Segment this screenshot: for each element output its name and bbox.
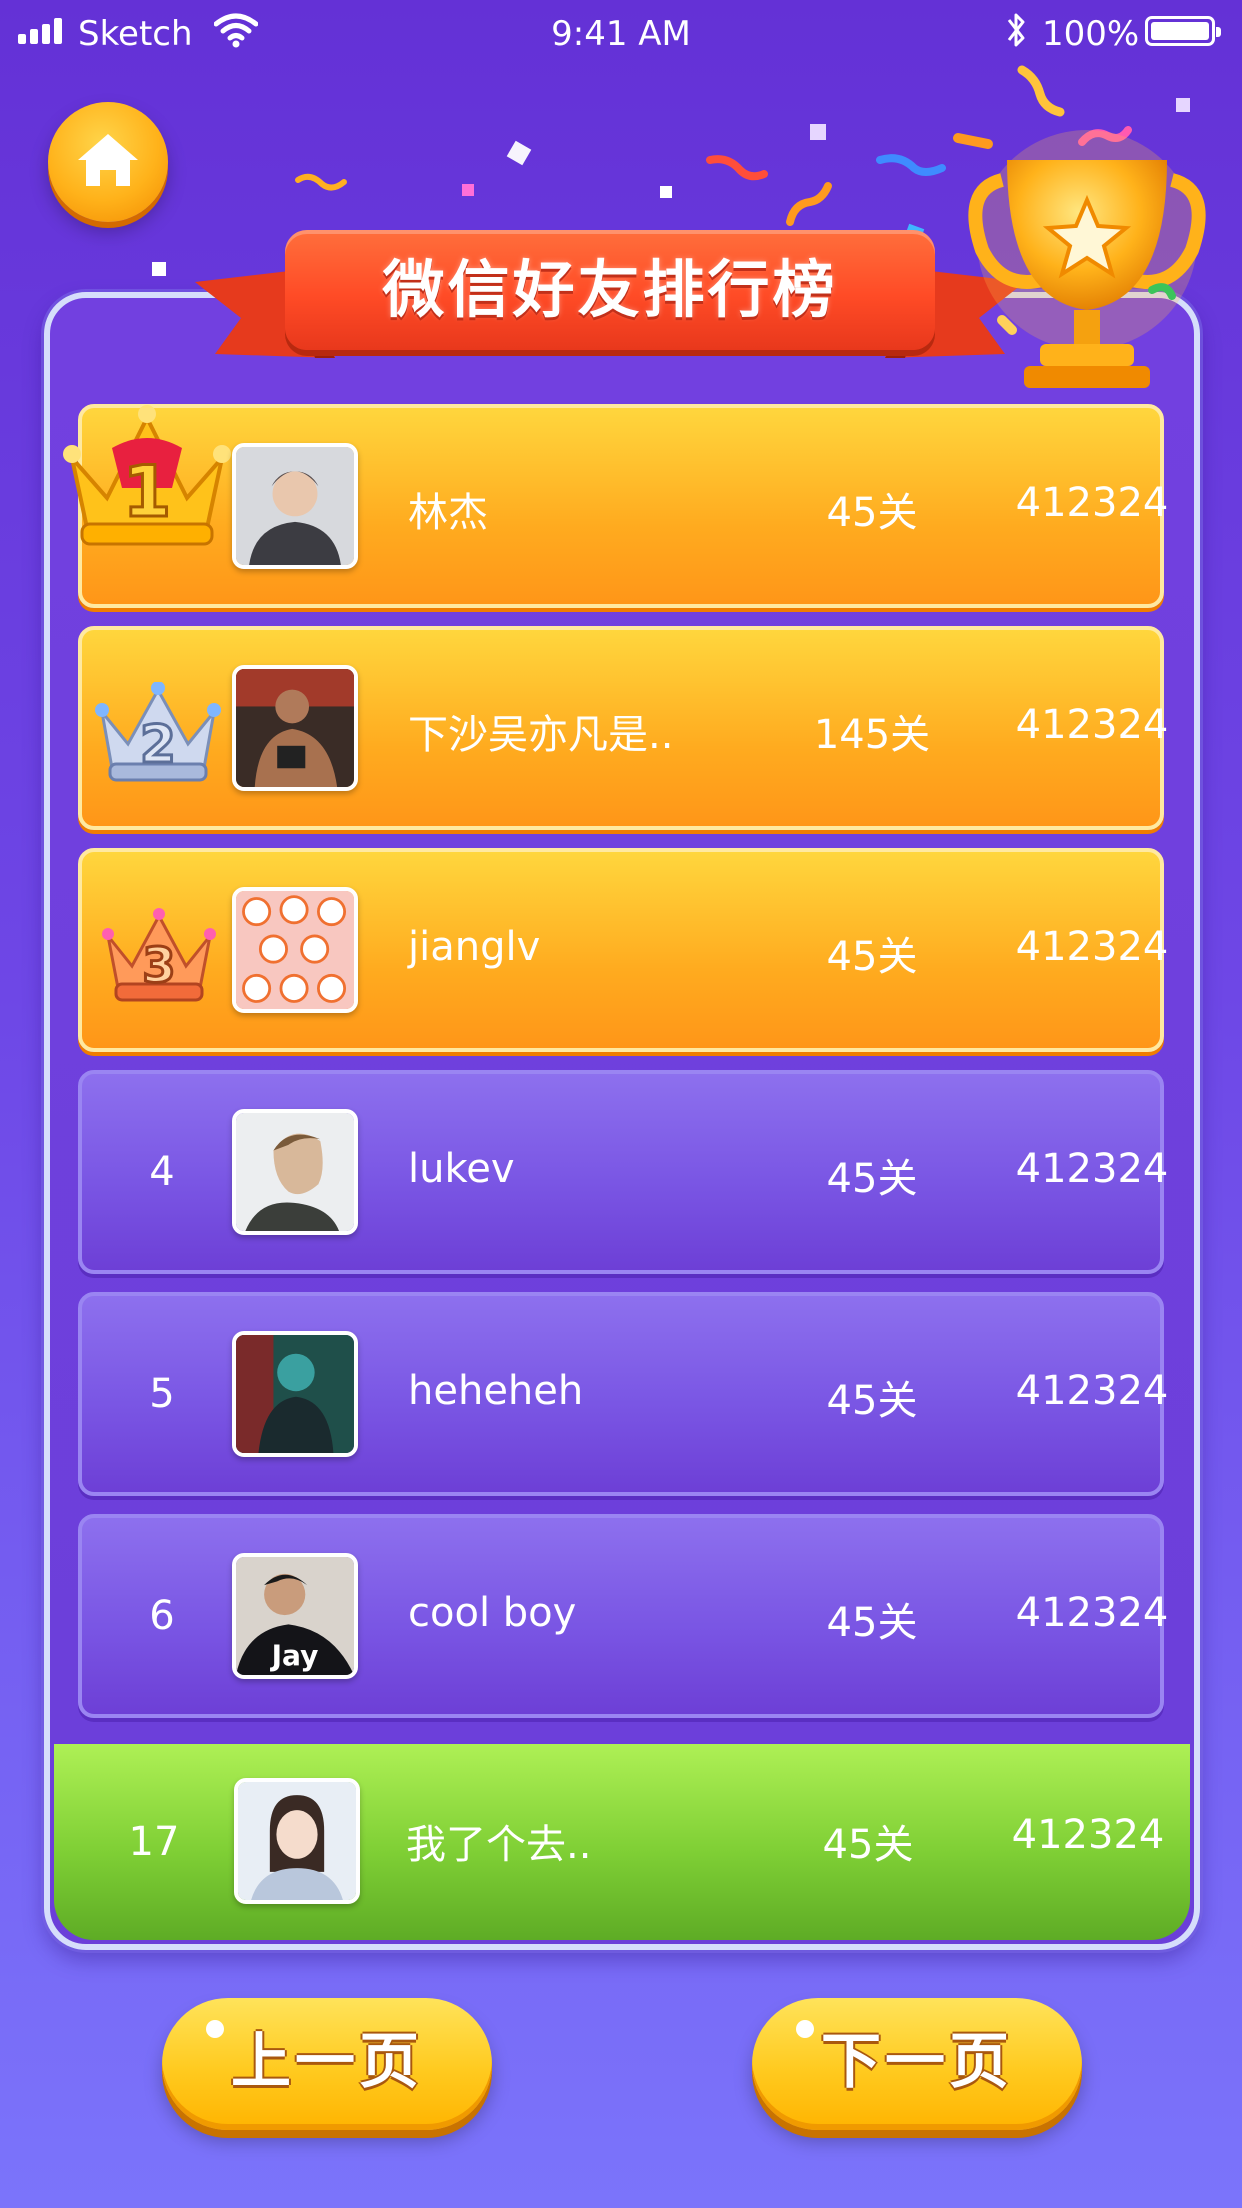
svg-text:3: 3	[142, 938, 175, 994]
rank-number: 17	[128, 1819, 180, 1865]
leaderboard-row-6[interactable]: 6 Jay cool boy 45关 412324	[78, 1514, 1168, 1718]
bronze-crown-icon: 3	[102, 908, 216, 1002]
player-name: 我了个去..	[406, 1822, 592, 1868]
player-name: lukev	[408, 1146, 515, 1192]
avatar	[232, 443, 358, 569]
next-page-label: 下一页	[821, 2027, 1013, 2097]
player-name: cool boy	[408, 1590, 577, 1636]
silver-crown-icon: 2	[95, 682, 221, 782]
avatar	[232, 1331, 358, 1457]
player-score: 412324	[1015, 480, 1169, 526]
leaderboard-row-1[interactable]: 1 林杰 45关 412324	[63, 404, 1168, 608]
rank-number: 5	[149, 1371, 175, 1417]
leaderboard-row-5[interactable]: 5 heheheh 45关 412324	[78, 1292, 1168, 1496]
player-score: 412324	[1015, 702, 1169, 748]
page-title: 微信好友排行榜	[382, 253, 838, 326]
home-button[interactable]	[48, 102, 168, 222]
status-bar: Sketch 9:41 AM 100%	[0, 0, 1242, 64]
my-rank-row[interactable]: 17 我了个去.. 45关 412324	[54, 1744, 1190, 1940]
avatar	[234, 1778, 360, 1904]
player-score: 412324	[1015, 1590, 1169, 1636]
player-score: 412324	[1015, 1368, 1169, 1414]
player-score: 412324	[1011, 1812, 1165, 1858]
svg-text:2: 2	[140, 715, 176, 775]
player-name: jianglv	[408, 924, 541, 970]
avatar	[232, 665, 358, 791]
avatar	[232, 1109, 358, 1235]
gold-crown-icon: 1	[63, 405, 231, 546]
rank-number: 6	[149, 1593, 175, 1639]
avatar: Jay	[232, 1553, 358, 1679]
next-page-button[interactable]: 下一页	[752, 1998, 1082, 2130]
home-icon	[78, 134, 138, 186]
player-score: 412324	[1015, 924, 1169, 970]
leaderboard-row-3[interactable]: 3 jianglv 45关 412324	[78, 848, 1168, 1052]
player-name: 林杰	[408, 490, 488, 536]
avatar	[232, 887, 358, 1013]
svg-text:1: 1	[123, 451, 172, 533]
leaderboard-row-2[interactable]: 2 下沙吴亦凡是.. 145关 412324	[78, 626, 1168, 830]
rank-number: 4	[149, 1149, 175, 1195]
title-ribbon: 微信好友排行榜	[195, 222, 1025, 372]
battery-percent: 100%	[1042, 14, 1140, 54]
leaderboard-row-4[interactable]: 4 lukev 45关 412324	[78, 1070, 1168, 1274]
player-name: 下沙吴亦凡是..	[408, 712, 674, 758]
player-name: heheheh	[408, 1368, 584, 1414]
bluetooth-icon	[1007, 13, 1025, 47]
prev-page-button[interactable]: 上一页	[162, 1998, 492, 2130]
trophy-icon	[968, 130, 1206, 388]
battery-icon	[1145, 16, 1221, 46]
player-score: 412324	[1015, 1146, 1169, 1192]
avatar-caption: Jay	[270, 1640, 319, 1673]
prev-page-label: 上一页	[231, 2027, 423, 2097]
